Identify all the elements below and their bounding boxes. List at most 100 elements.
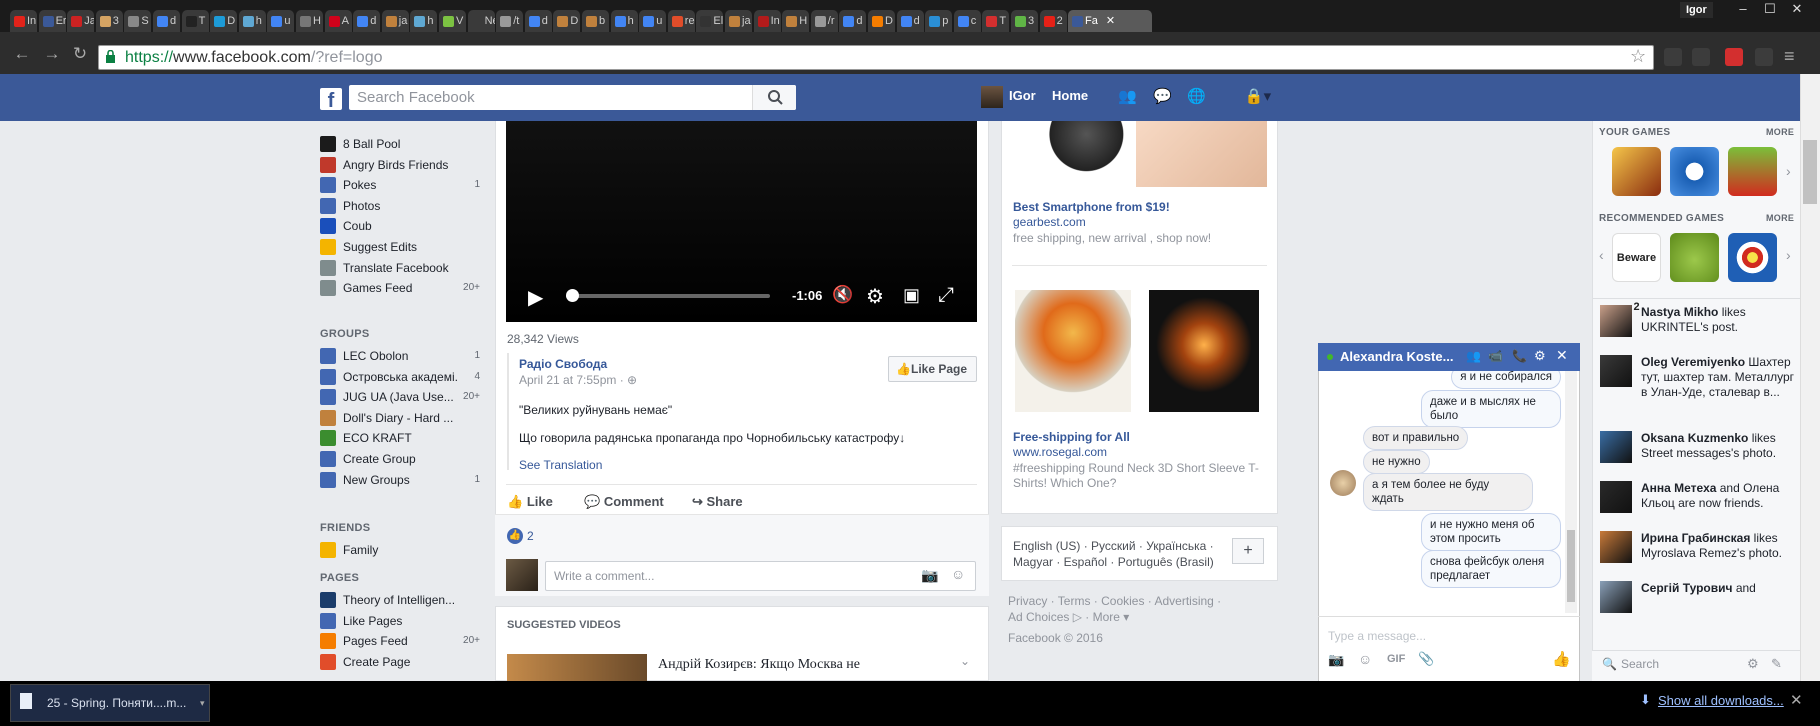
address-bar[interactable]: https://www.facebook.com/?ref=logo [98, 45, 1654, 70]
notifications-globe-icon[interactable]: 🌐 [1187, 89, 1206, 105]
leftnav-item[interactable]: Translate Facebook [320, 258, 480, 278]
extension-icon[interactable] [1664, 48, 1682, 66]
browser-tab[interactable]: /r [810, 10, 838, 32]
download-menu-chevron-icon[interactable]: ▾ [200, 684, 212, 722]
footer-links-line1[interactable]: Privacy · Terms · Cookies · Advertising … [1008, 594, 1221, 608]
languages-line1[interactable]: English (US) · Русский · Українська · [1013, 539, 1214, 553]
close-downloads-bar-icon[interactable]: ✕ [1790, 691, 1803, 709]
leftnav-item[interactable]: Family [320, 540, 480, 560]
games-next-icon[interactable]: › [1786, 163, 1791, 179]
ticker-name[interactable]: Сергій Турович [1641, 581, 1732, 595]
browser-tab[interactable]: In [753, 10, 781, 32]
settings-gear-icon[interactable]: ⚙ [866, 284, 884, 309]
ticker-name[interactable]: Nastya Mikho [1641, 305, 1718, 319]
game-archery-icon[interactable] [1728, 233, 1777, 282]
browser-tab[interactable]: Ja [67, 10, 95, 32]
page-name-link[interactable]: Радіо Свобода [519, 357, 607, 371]
ad-tshirt-explosion-image[interactable] [1015, 290, 1131, 412]
browser-tab[interactable]: h [610, 10, 638, 32]
browser-tab[interactable]: d [896, 10, 924, 32]
browser-tab[interactable]: T [982, 10, 1010, 32]
send-like-icon[interactable]: 👍 [1552, 650, 1571, 668]
chat-camera-icon[interactable]: 📷 [1328, 652, 1344, 668]
your-games-more-link[interactable]: MORE [1766, 127, 1794, 137]
browser-user-chip[interactable]: Igor [1680, 2, 1713, 18]
new-message-icon[interactable]: ✎ [1771, 656, 1782, 672]
chrome-menu-icon[interactable]: ≡ [1784, 46, 1795, 67]
browser-tab[interactable]: 3 [95, 10, 123, 32]
comment-button[interactable]: 💬 Comment [584, 494, 664, 510]
chat-settings-icon[interactable]: ⚙ [1747, 656, 1759, 672]
friend-requests-icon[interactable]: 👥 [1118, 89, 1137, 105]
browser-tab[interactable]: New [467, 10, 495, 32]
page-scroll-thumb[interactable] [1803, 140, 1817, 204]
like-button[interactable]: 👍 Like [507, 494, 553, 510]
reload-icon[interactable]: ↻ [70, 44, 90, 64]
ad1-title[interactable]: Best Smartphone from $19! [1013, 200, 1170, 214]
leftnav-item[interactable]: New Groups 1 [320, 470, 480, 490]
facebook-logo-icon[interactable]: f [320, 88, 342, 110]
browser-tab[interactable]: S [124, 10, 152, 32]
ad-watch-image[interactable] [1012, 121, 1136, 187]
game-8-ball-pool-icon[interactable] [1670, 147, 1719, 196]
browser-tab[interactable]: 3 [1011, 10, 1038, 32]
leftnav-item[interactable]: ECO KRAFT [320, 428, 480, 448]
search-button[interactable] [752, 85, 796, 110]
game-beware-icon[interactable]: Beware 2 [1612, 233, 1661, 313]
camera-icon[interactable]: 📷 [921, 567, 938, 584]
mute-icon[interactable]: 🔇 [832, 285, 853, 305]
ticker-name[interactable]: Oleg Veremiyenko [1641, 355, 1745, 369]
messages-icon[interactable]: 💬 [1153, 89, 1172, 105]
browser-tab[interactable]: h [410, 10, 438, 32]
browser-tab[interactable]: A [324, 10, 352, 32]
facebook-search-input[interactable]: Search Facebook [349, 85, 796, 110]
browser-tab[interactable]: d [524, 10, 552, 32]
leftnav-item[interactable]: Angry Birds Friends [320, 155, 480, 175]
show-all-downloads-link[interactable]: Show all downloads... [1658, 693, 1784, 708]
browser-tab[interactable]: El [696, 10, 724, 32]
browser-tab[interactable]: H [296, 10, 323, 32]
video-call-icon[interactable]: 📹 [1488, 349, 1503, 363]
fullscreen-icon[interactable]: ⤢ [938, 284, 954, 307]
voice-call-icon[interactable]: 📞 [1512, 349, 1527, 363]
leftnav-item[interactable]: Coub [320, 216, 480, 236]
browser-tab[interactable]: ja [381, 10, 409, 32]
leftnav-item[interactable]: Островська академі... 4 [320, 367, 480, 387]
comment-input[interactable]: Write a comment... [545, 561, 976, 591]
browser-tab[interactable]: d [153, 10, 180, 32]
languages-line2[interactable]: Magyar · Español · Português (Brasil) [1013, 555, 1214, 569]
profile-name-link[interactable]: IGor [1009, 88, 1036, 103]
browser-tab[interactable]: d [839, 10, 867, 32]
chat-close-icon[interactable]: ✕ [1556, 347, 1568, 364]
leftnav-item[interactable]: Theory of Intelligen... [320, 590, 480, 610]
download-item[interactable]: 25 - Spring. Поняти....m... [10, 684, 210, 722]
ad2-title[interactable]: Free-shipping for All [1013, 430, 1130, 444]
recommended-prev-icon[interactable]: ‹ [1599, 247, 1604, 263]
browser-tab[interactable]: h [238, 10, 266, 32]
post-date[interactable]: April 21 at 7:55pm · ⊕ [519, 373, 637, 387]
profile-avatar[interactable] [981, 86, 1003, 108]
maximize-icon[interactable]: ☐ [1757, 0, 1783, 18]
attach-file-icon[interactable]: 📎 [1418, 651, 1434, 667]
ad-tshirt-deer-image[interactable] [1149, 290, 1259, 412]
chat-message-input[interactable]: Type a message... [1328, 629, 1426, 643]
ad2-host[interactable]: www.rosegal.com [1013, 445, 1107, 459]
browser-tab[interactable]: p [925, 10, 953, 32]
see-translation-link[interactable]: See Translation [519, 458, 602, 472]
share-button[interactable]: ↪ Share [692, 494, 743, 510]
browser-tab[interactable]: H [782, 10, 810, 32]
game-pou-icon[interactable] [1670, 233, 1719, 282]
leftnav-item[interactable]: Suggest Edits [320, 237, 480, 257]
recommended-next-icon[interactable]: › [1786, 247, 1791, 263]
browser-tab[interactable]: u [267, 10, 295, 32]
likes-count[interactable]: 2 [527, 529, 534, 543]
browser-tab[interactable]: D [553, 10, 581, 32]
add-language-button[interactable]: + [1232, 538, 1264, 564]
recommended-more-link[interactable]: MORE [1766, 213, 1794, 223]
browser-tab[interactable]: T [181, 10, 209, 32]
ticker-name[interactable]: Ирина Грабинская [1641, 531, 1750, 545]
gif-button[interactable]: GIF [1387, 653, 1405, 665]
emoji-icon[interactable]: ☺ [951, 566, 965, 582]
home-link[interactable]: Home [1052, 88, 1088, 103]
leftnav-item[interactable]: Pokes 1 [320, 175, 480, 195]
